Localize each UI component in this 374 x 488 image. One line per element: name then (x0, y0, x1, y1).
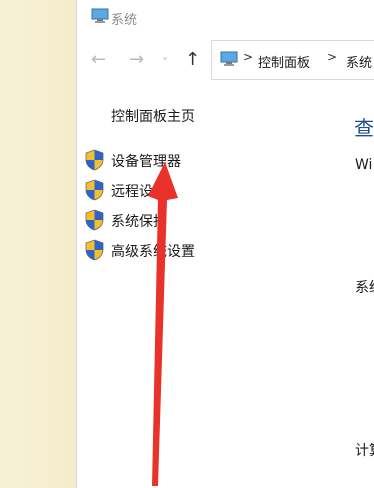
main-heading: 查 (354, 116, 374, 140)
breadcrumb-system[interactable]: 系统 (346, 52, 372, 71)
forward-arrow-icon[interactable]: → (129, 50, 144, 70)
sidebar-item-label: 系统保护 (111, 214, 167, 230)
up-arrow-icon[interactable]: ↑ (185, 50, 200, 70)
breadcrumb-separator-icon[interactable]: > (243, 50, 253, 64)
breadcrumb-separator-icon[interactable]: > (327, 50, 337, 64)
system-window: 系统 ← → ˅ ↑ > 控制面板 > 系统 控制面板主页 设备管理器 远程设置… (76, 0, 374, 488)
control-panel-home-link[interactable]: 控制面板主页 (111, 106, 195, 126)
uac-shield-icon (85, 239, 104, 261)
desktop-background (0, 0, 77, 488)
uac-shield-icon (85, 209, 104, 231)
computer-icon (220, 51, 238, 66)
address-bar[interactable]: > 控制面板 > 系统 (211, 40, 374, 80)
title-bar: 系统 (77, 0, 374, 36)
system-section-text: 系统 (355, 280, 374, 296)
sidebar-item-label: 高级系统设置 (111, 244, 195, 260)
uac-shield-icon (85, 149, 104, 171)
computer-name-section-text: 计算 (355, 443, 374, 459)
sidebar-item-label: 设备管理器 (111, 154, 181, 170)
back-arrow-icon[interactable]: ← (91, 50, 106, 70)
breadcrumb-control-panel[interactable]: 控制面板 (258, 52, 310, 71)
sidebar-item-label: 远程设置 (111, 184, 167, 200)
computer-icon (91, 8, 109, 23)
uac-shield-icon (85, 179, 104, 201)
window-title: 系统 (111, 13, 138, 28)
recent-locations-chevron-icon[interactable]: ˅ (162, 53, 168, 73)
windows-edition-text: Wi (355, 157, 373, 173)
